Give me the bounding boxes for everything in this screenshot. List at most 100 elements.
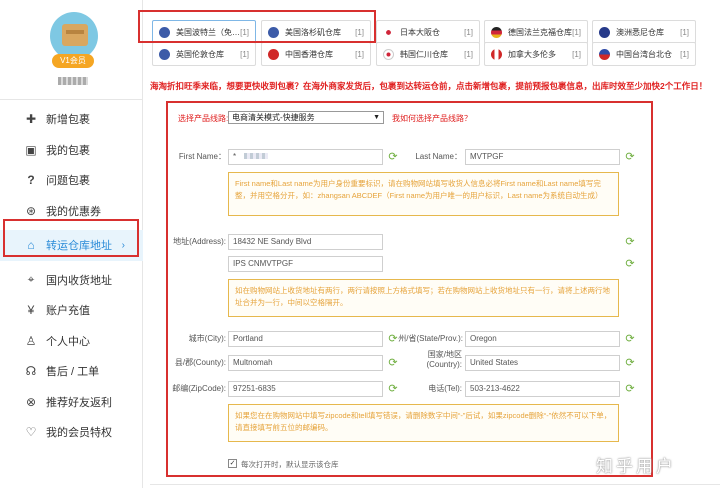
sidebar-item-my-packages[interactable]: ▣ 我的包裹	[0, 135, 143, 166]
warehouse-address-form: 选择产品线路: 电商清关模式-快捷服务 ▼ 我如何选择产品线路？ First N…	[166, 101, 653, 477]
country-label: 国家/地区(Country):	[426, 350, 462, 369]
hong-kong-flag-icon	[268, 48, 279, 60]
germany-flag-icon	[491, 26, 502, 38]
zip-hint: 如果您在在购物网站中填写zipcode和tell填写错误，请删除数字中间“-”后…	[228, 404, 619, 442]
address-line1-field[interactable]: 18432 NE Sandy Blvd	[228, 234, 383, 250]
tab-count: [1]	[355, 49, 364, 59]
tab-count: [1]	[572, 49, 581, 59]
last-name-label: Last Name：	[415, 152, 462, 161]
sidebar-item-label: 个人中心	[46, 335, 90, 348]
tab-label: 加拿大多伦多	[508, 49, 556, 59]
bottom-divider	[150, 484, 720, 485]
tab-label: 中国香港仓库	[285, 49, 333, 59]
county-field[interactable]: Multnomah	[228, 355, 383, 371]
refresh-icon[interactable]: ⟳	[387, 357, 399, 369]
tab-label: 德国法兰克福仓库	[508, 27, 572, 37]
default-warehouse-checkbox[interactable]: ✓	[228, 459, 237, 468]
sidebar-nav: ✚ 新增包裹 ▣ 我的包裹 ? 问题包裹 ⊛ 我的优惠券 ⌂ 转运仓库地址 › …	[0, 104, 143, 448]
zip-label: 邮编(ZipCode):	[172, 384, 226, 393]
plus-icon: ✚	[25, 112, 37, 127]
location-pin-icon: ⌖	[27, 272, 35, 287]
refresh-icon[interactable]: ⟳	[624, 236, 636, 248]
route-label: 选择产品线路:	[178, 114, 229, 123]
tab-count: [1]	[680, 49, 689, 59]
sidebar-item-label: 账户充值	[46, 305, 90, 318]
sidebar-item-recharge[interactable]: ¥ 账户充值	[0, 295, 143, 326]
tel-field[interactable]: 503-213-4622	[465, 381, 620, 397]
sidebar-item-problem-packages[interactable]: ? 问题包裹	[0, 165, 143, 196]
default-warehouse-label: 每次打开时，默认显示该仓库	[241, 460, 339, 469]
korea-flag-icon	[383, 48, 394, 60]
share-icon: ⊗	[25, 394, 37, 409]
taiwan-flag-icon	[599, 48, 610, 60]
tab-japan-osaka[interactable]: 日本大阪仓 [1]	[376, 20, 480, 44]
tab-korea-incheon[interactable]: 韩国仁川仓库 [1]	[376, 42, 480, 66]
tel-label: 电话(Tel):	[428, 384, 462, 393]
tab-label: 英国伦敦仓库	[176, 49, 224, 59]
state-label: 州/省(State/Prov.):	[398, 334, 463, 343]
route-select-value: 电商清关模式-快捷服务	[232, 113, 315, 122]
japan-flag-icon	[383, 26, 394, 38]
avatar[interactable]	[50, 12, 98, 60]
last-name-field[interactable]: MVTPGF	[465, 149, 620, 165]
coupon-icon: ⊛	[25, 203, 37, 218]
tab-count: [1]	[680, 27, 689, 37]
refresh-icon[interactable]: ⟳	[624, 357, 636, 369]
sidebar-item-member-privileges[interactable]: ♡ 我的会员特权	[0, 417, 143, 448]
first-name-label: First Name：	[178, 152, 226, 161]
sidebar-item-referral[interactable]: ⊗ 推荐好友返利	[0, 387, 143, 418]
sidebar-item-add-package[interactable]: ✚ 新增包裹	[0, 104, 143, 135]
state-field[interactable]: Oregon	[465, 331, 620, 347]
tab-count: [1]	[572, 27, 581, 37]
heart-icon: ♡	[25, 425, 37, 440]
route-help-link[interactable]: 我如何选择产品线路？	[392, 113, 472, 124]
tab-label: 日本大阪仓	[400, 27, 440, 37]
refresh-icon[interactable]: ⟳	[624, 258, 636, 270]
refresh-icon[interactable]: ⟳	[624, 383, 636, 395]
highlight-box-tab	[138, 10, 376, 43]
tab-australia-sydney[interactable]: 澳洲悉尼仓库 [1]	[592, 20, 696, 44]
county-label: 县/郡(County):	[174, 358, 226, 367]
highlight-box-sidebar	[3, 219, 139, 257]
first-name-field[interactable]: *	[228, 149, 383, 165]
username-redacted	[58, 77, 88, 85]
route-select[interactable]: 电商清关模式-快捷服务 ▼	[228, 111, 384, 124]
sidebar-divider	[0, 99, 143, 100]
sidebar-item-label: 售后 / 工单	[46, 366, 100, 379]
tab-label: 中国台湾台北仓	[616, 49, 672, 59]
refresh-icon[interactable]: ⟳	[624, 151, 636, 163]
tab-count: [1]	[464, 27, 473, 37]
refresh-icon[interactable]: ⟳	[624, 333, 636, 345]
name-hint: First name和Last name为用户身份重要标识，请在购物网站填写收货…	[228, 172, 619, 216]
sidebar-item-domestic-address[interactable]: ⌖ 国内收货地址	[0, 265, 143, 296]
tab-label: 澳洲悉尼仓库	[616, 27, 664, 37]
vip-badge: V1会员	[52, 54, 94, 68]
tab-taiwan-taipei[interactable]: 中国台湾台北仓 [1]	[592, 42, 696, 66]
country-field[interactable]: United States	[465, 355, 620, 371]
city-field[interactable]: Portland	[228, 331, 383, 347]
sidebar-item-profile[interactable]: ♙ 个人中心	[0, 326, 143, 357]
promo-notice: 海淘折扣旺季来临，想要更快收到包裹？在海外商家发货后，包裹到达转运仓前，点击新增…	[150, 81, 708, 91]
address-line2-field[interactable]: IPS CNMVTPGF	[228, 256, 383, 272]
package-avatar-icon	[62, 24, 88, 46]
city-label: 城市(City):	[188, 334, 226, 343]
canada-flag-icon	[491, 48, 502, 60]
tab-canada-toronto[interactable]: 加拿大多伦多 [1]	[484, 42, 588, 66]
package-icon: ▣	[25, 142, 37, 157]
tab-uk-london[interactable]: 英国伦敦仓库 [1]	[152, 42, 256, 66]
tab-count: [1]	[464, 49, 473, 59]
first-name-redacted	[244, 153, 269, 159]
question-icon: ?	[27, 173, 35, 188]
tab-germany-frankfurt[interactable]: 德国法兰克福仓库 [1]	[484, 20, 588, 44]
tab-hong-kong[interactable]: 中国香港仓库 [1]	[261, 42, 371, 66]
sidebar-item-label: 我的包裹	[46, 144, 90, 157]
zip-field[interactable]: 97251-6835	[228, 381, 383, 397]
address-hint: 如在购物网站上收货地址有两行，两行请按照上方格式填写；若在购物网站上收货地址只有…	[228, 279, 619, 317]
tab-label: 韩国仁川仓库	[400, 49, 448, 59]
sidebar-item-label: 我的优惠券	[46, 205, 101, 218]
sidebar-item-label: 国内收货地址	[46, 274, 112, 287]
yen-icon: ¥	[27, 303, 35, 318]
user-icon: ♙	[25, 333, 37, 348]
uk-flag-icon	[159, 48, 170, 60]
sidebar-item-after-sales[interactable]: ☊ 售后 / 工单	[0, 356, 143, 387]
